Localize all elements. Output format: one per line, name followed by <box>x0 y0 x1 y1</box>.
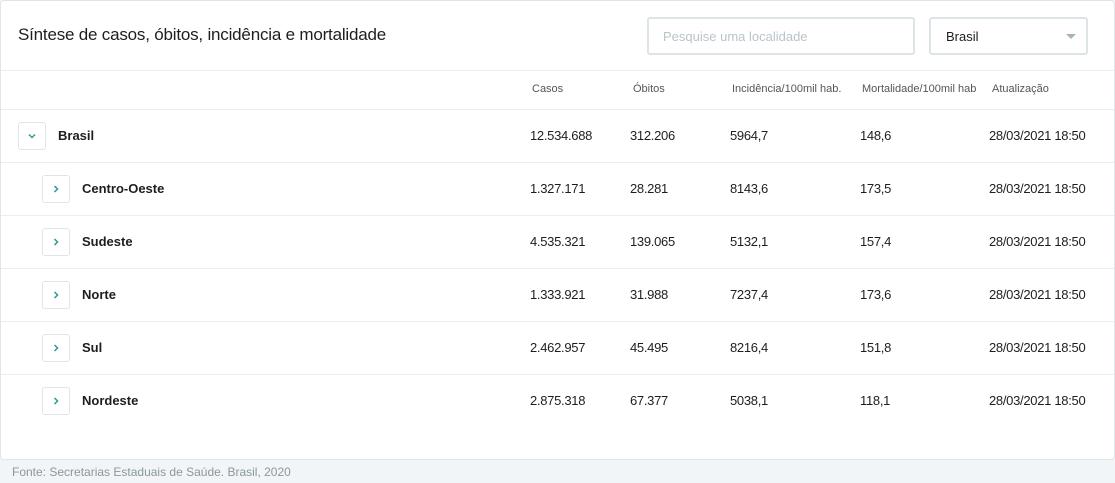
search-input[interactable] <box>647 17 915 55</box>
cell-deaths: 28.281 <box>630 181 668 196</box>
column-header-mortality[interactable]: Mortalidade/100mil hab <box>862 83 976 95</box>
collapse-toggle-button[interactable] <box>18 122 46 150</box>
expand-toggle-button[interactable] <box>42 387 70 415</box>
cell-cases: 2.462.957 <box>530 340 586 355</box>
cell-cases: 2.875.318 <box>530 393 586 408</box>
source-note: Fonte: Secretarias Estaduais de Saúde. B… <box>12 465 291 479</box>
table-row: Sul 2.462.957 45.495 8216,4 151,8 28/03/2021 … <box>1 322 1114 375</box>
column-header-updated[interactable]: Atualização <box>992 83 1049 95</box>
cell-cases: 1.327.171 <box>530 181 586 196</box>
cell-updated: 28/03/2021 18:50 <box>989 393 1086 408</box>
table-header: Casos Óbitos Incidência/100mil hab. Mort… <box>1 71 1114 110</box>
region-name: Nordeste <box>82 393 139 408</box>
page-title: Síntese de casos, óbitos, incidência e m… <box>18 25 387 44</box>
cell-updated: 28/03/2021 18:50 <box>989 128 1086 143</box>
region-name: Centro-Oeste <box>82 181 165 196</box>
region-name: Brasil <box>58 128 95 143</box>
cell-incidence: 8216,4 <box>730 340 768 355</box>
cell-deaths: 312.206 <box>630 128 675 143</box>
table-row: Norte 1.333.921 31.988 7237,4 173,6 28/03/202… <box>1 269 1114 322</box>
cell-updated: 28/03/2021 18:50 <box>989 340 1086 355</box>
column-header-cases[interactable]: Casos <box>532 83 563 95</box>
cell-incidence: 8143,6 <box>730 181 768 196</box>
table-row: Brasil 12.534.688 312.206 5964,7 148,6 28/03/… <box>1 110 1114 163</box>
table-row: Centro-Oeste 1.327.171 28.281 8143,6 173,5 28… <box>1 163 1114 216</box>
cell-mortality: 118,1 <box>860 393 891 408</box>
chevron-right-icon <box>51 343 61 353</box>
cell-deaths: 139.065 <box>630 234 675 249</box>
cell-updated: 28/03/2021 18:50 <box>989 234 1086 249</box>
cell-mortality: 173,5 <box>860 181 892 196</box>
cell-mortality: 157,4 <box>860 234 892 249</box>
chevron-down-icon <box>27 131 37 141</box>
cell-mortality: 173,6 <box>860 287 892 302</box>
cell-incidence: 7237,4 <box>730 287 768 302</box>
expand-toggle-button[interactable] <box>42 228 70 256</box>
cell-incidence: 5038,1 <box>730 393 768 408</box>
cell-incidence: 5964,7 <box>730 128 768 143</box>
cell-deaths: 45.495 <box>630 340 668 355</box>
chevron-right-icon <box>51 290 61 300</box>
location-select[interactable]: Brasil <box>929 17 1088 55</box>
cell-updated: 28/03/2021 18:50 <box>989 181 1086 196</box>
region-name: Norte <box>82 287 116 302</box>
cell-cases: 12.534.688 <box>530 128 593 143</box>
table-row: Sudeste 4.535.321 139.065 5132,1 157,4 28/03/… <box>1 216 1114 269</box>
column-header-incidence[interactable]: Incidência/100mil hab. <box>732 83 841 95</box>
cell-incidence: 5132,1 <box>730 234 768 249</box>
cell-cases: 1.333.921 <box>530 287 586 302</box>
summary-card: Síntese de casos, óbitos, incidência e m… <box>0 0 1115 460</box>
chevron-right-icon <box>51 184 61 194</box>
expand-toggle-button[interactable] <box>42 175 70 203</box>
card-header: Síntese de casos, óbitos, incidência e m… <box>1 1 1114 71</box>
cell-mortality: 148,6 <box>860 128 892 143</box>
cell-deaths: 31.988 <box>630 287 668 302</box>
region-name: Sul <box>82 340 103 355</box>
chevron-right-icon <box>51 396 61 406</box>
chevron-right-icon <box>51 237 61 247</box>
cell-deaths: 67.377 <box>630 393 668 408</box>
cell-cases: 4.535.321 <box>530 234 586 249</box>
expand-toggle-button[interactable] <box>42 334 70 362</box>
location-select-value: Brasil <box>946 29 979 44</box>
column-header-deaths[interactable]: Óbitos <box>633 83 665 95</box>
caret-down-icon <box>1066 34 1076 39</box>
expand-toggle-button[interactable] <box>42 281 70 309</box>
region-name: Sudeste <box>82 234 133 249</box>
table-row: Nordeste 2.875.318 67.377 5038,1 118,1 28/03/… <box>1 375 1114 428</box>
cell-updated: 28/03/2021 18:50 <box>989 287 1086 302</box>
cell-mortality: 151,8 <box>860 340 892 355</box>
